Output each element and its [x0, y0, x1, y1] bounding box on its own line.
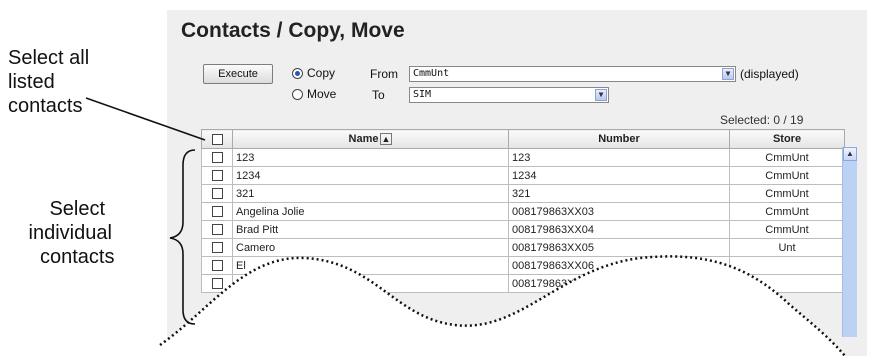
annotation-line: contacts [8, 95, 83, 117]
annotation-select-all: Select all listed contacts [8, 46, 89, 118]
annotation-line: Select all [8, 47, 90, 69]
annotation-line: listed [8, 71, 55, 93]
annotation-select-individual: Select individual contacts [29, 197, 115, 269]
torn-edge-overlay [85, 97, 846, 356]
annotation-line: contacts [40, 246, 115, 268]
annotation-line: individual [28, 222, 112, 244]
annotation-line: Select [49, 198, 106, 220]
